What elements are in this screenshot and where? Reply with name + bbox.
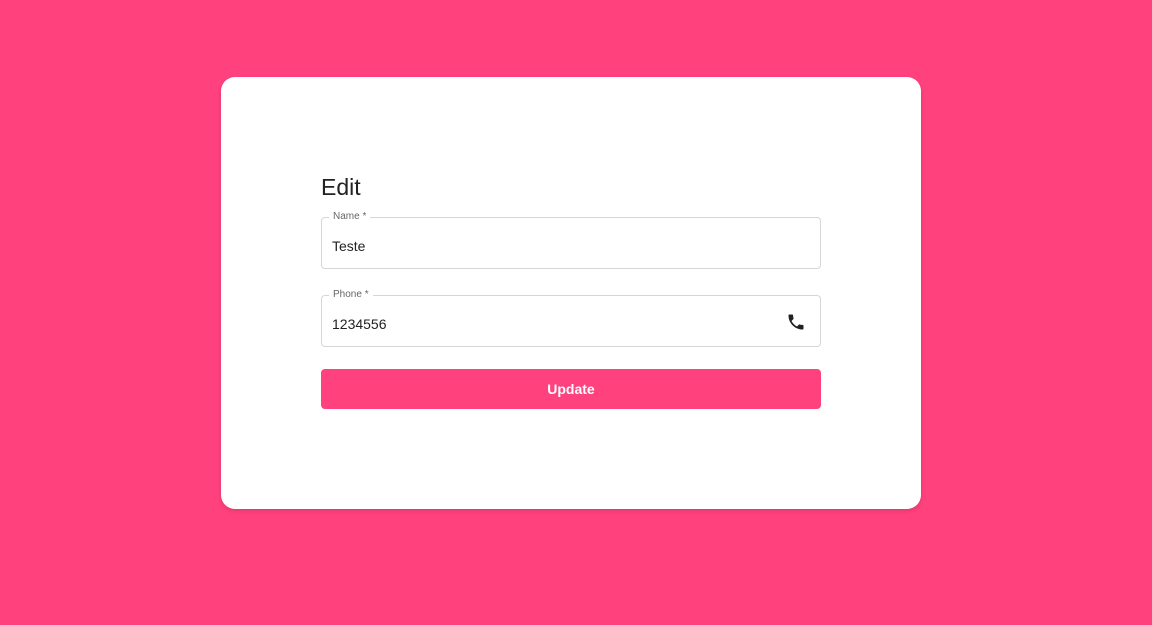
name-field[interactable]: Name *: [321, 211, 821, 269]
edit-card: Edit Name * Phone * Update: [221, 77, 921, 509]
phone-input[interactable]: [332, 296, 772, 346]
name-input[interactable]: [332, 218, 772, 268]
page-title: Edit: [321, 174, 361, 200]
phone-field[interactable]: Phone *: [321, 289, 821, 347]
edit-form: Edit Name * Phone * Update: [321, 173, 821, 409]
phone-icon: [786, 312, 806, 332]
update-button[interactable]: Update: [321, 369, 821, 409]
